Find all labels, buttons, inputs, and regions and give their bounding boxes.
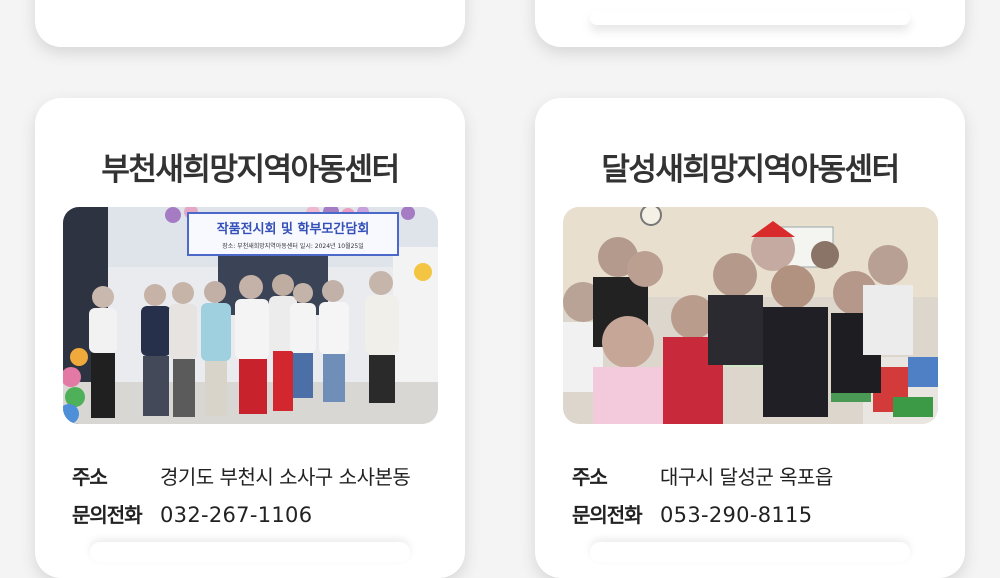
center-name: 달성새희망지역아동센터	[601, 152, 900, 188]
phone-row: 문의전화 053-290-8115	[572, 499, 812, 528]
phone-row: 문의전화 032-267-1106	[72, 499, 312, 528]
center-card-top-right	[535, 0, 965, 47]
center-photo-bucheon: 작품전시회 및 학부모간담회 장소: 부천새희망지역아동센터 일시: 2024년…	[63, 207, 438, 424]
phone-value[interactable]: 053-290-8115	[660, 503, 812, 527]
center-card-top-left	[35, 0, 465, 47]
phone-label: 문의전화	[72, 503, 143, 527]
card-button-bar[interactable]	[90, 542, 410, 562]
card-button-bar[interactable]	[590, 542, 910, 562]
phone-value[interactable]: 032-267-1106	[160, 503, 312, 527]
banner-title: 작품전시회 및 학부모간담회	[217, 221, 370, 237]
phone-label: 문의전화	[572, 503, 643, 527]
center-photo-dalseong	[563, 207, 938, 424]
card-button-bar[interactable]	[590, 11, 910, 25]
center-name: 부천새희망지역아동센터	[101, 152, 400, 188]
banner-subtitle: 장소: 부천새희망지역아동센터 일시: 2024년 10월25일	[222, 242, 364, 250]
address-value: 경기도 부천시 소사구 소사본동	[160, 465, 411, 489]
address-value: 대구시 달성군 옥포읍	[660, 465, 833, 489]
address-label: 주소	[572, 465, 608, 489]
address-row: 주소 대구시 달성군 옥포읍	[572, 461, 833, 490]
center-card-bucheon: 부천새희망지역아동센터 작품전시회 및 학부모간담회 장소: 부천새희망지역아동…	[35, 98, 465, 578]
center-card-dalseong: 달성새희망지역아동센터 주소 대구시 달성군 옥포읍 문의전화 053-290-…	[535, 98, 965, 578]
address-row: 주소 경기도 부천시 소사구 소사본동	[72, 461, 411, 490]
address-label: 주소	[72, 465, 108, 489]
